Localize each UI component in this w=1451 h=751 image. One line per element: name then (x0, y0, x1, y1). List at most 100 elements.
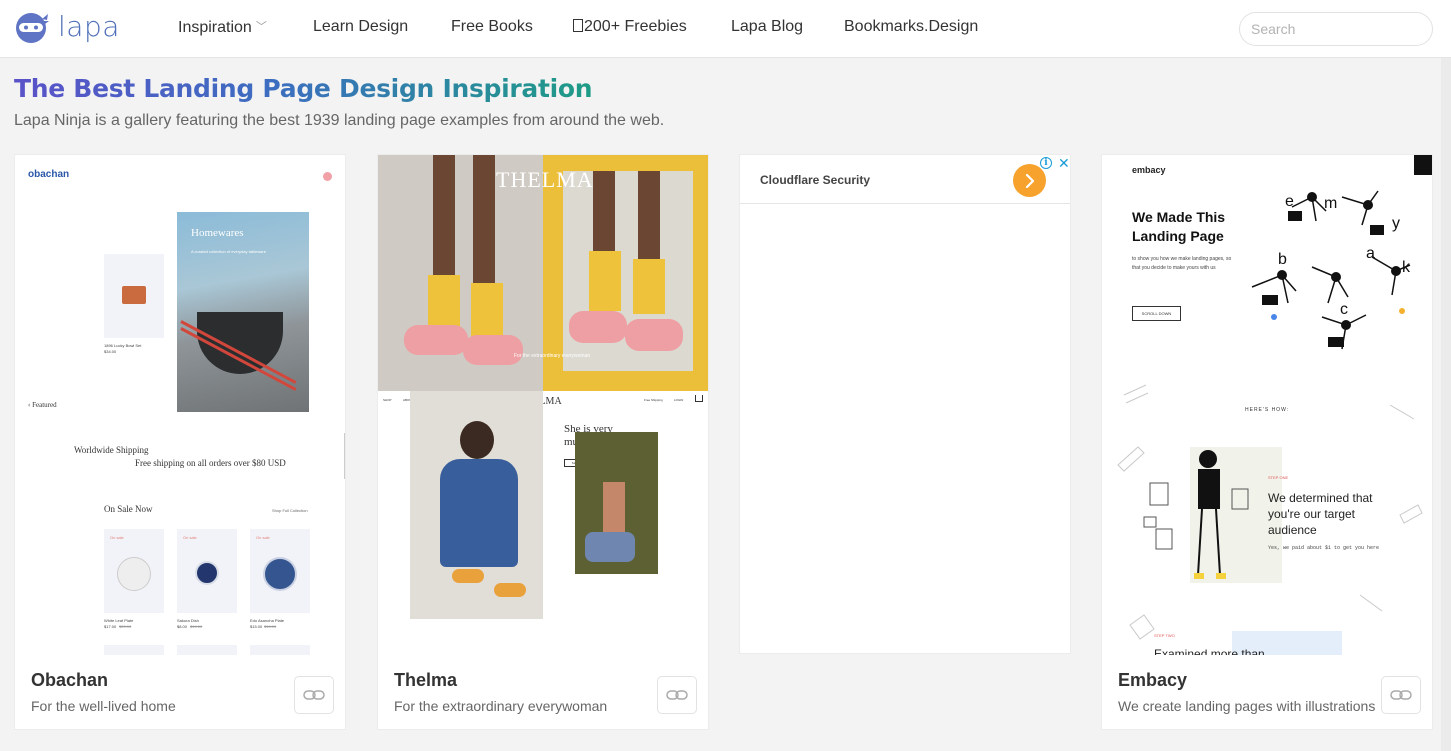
thumb-nav-shipping: Free Shipping (644, 398, 663, 402)
nav-free-books[interactable]: Free Books (451, 18, 533, 36)
card-title[interactable]: Thelma (394, 670, 457, 691)
thumb-logo: embacy (1132, 165, 1166, 175)
shipping-title: Worldwide Shipping (74, 445, 149, 455)
plate-image (263, 557, 297, 591)
ad-open-button[interactable] (1013, 164, 1046, 197)
leg-shape (473, 155, 495, 285)
thumb-hero-title: We Made This (1132, 209, 1226, 225)
nav-freebies[interactable]: 200+ Freebies (573, 18, 687, 36)
hero-title: Homewares (191, 227, 244, 239)
thumb-letter: k (1402, 259, 1410, 276)
hero-text: A curated collection of everyday tablewa… (191, 249, 266, 254)
hero-image (177, 212, 309, 412)
brand-logo[interactable]: lapa (14, 7, 120, 47)
page-subtitle: Lapa Ninja is a gallery featuring the be… (14, 112, 665, 129)
jeans-shape (585, 532, 635, 562)
product-card (104, 254, 164, 338)
product-price: $34.00 (104, 349, 117, 354)
thumb-hero-title: Landing Page (1132, 228, 1224, 244)
nav-learn-design[interactable]: Learn Design (313, 18, 408, 36)
ad-header[interactable]: Cloudflare Security i ✕ (740, 155, 1070, 204)
featured-link: ‹ Featured (28, 401, 57, 409)
shoe-shape (569, 311, 627, 343)
divider (344, 433, 345, 479)
card-description: For the extraordinary everywoman (394, 698, 608, 714)
chevron-down-icon: ﹀ (255, 21, 267, 33)
shipping-text: Free shipping on all orders over $80 USD (135, 458, 286, 468)
thumb-hero-text: to show you how we make landing pages, s… (1132, 256, 1232, 271)
hero-photo-right (563, 171, 693, 371)
card-thumbnail[interactable]: THELMA For the extraordinary everywoman … (378, 155, 708, 655)
sale-title: On Sale Now (104, 504, 153, 514)
leg-shape (433, 155, 455, 275)
illustration-decor (1117, 384, 1423, 640)
card-thumbnail[interactable]: embacy We Made This Landing Page to show… (1102, 155, 1432, 655)
gallery-card-obachan[interactable]: obachan 1896 Lucky Bowl Set $34.00 Homew… (14, 154, 346, 730)
shoe-shape (625, 319, 683, 351)
head-shape (460, 421, 494, 459)
shoe-shape (494, 583, 526, 597)
sock-shape (471, 283, 503, 338)
thumb-letter: b (1278, 251, 1287, 268)
sale-item-old-price: $20.00 (119, 624, 132, 629)
link-icon (1390, 690, 1412, 700)
ad-card[interactable]: Cloudflare Security i ✕ (739, 154, 1071, 654)
page-title: The Best Landing Page Design Inspiration (14, 74, 593, 103)
menu-icon (1414, 155, 1432, 175)
visit-link-button[interactable] (294, 676, 334, 714)
leg-shape (638, 171, 660, 261)
thumb-letter: y (1392, 215, 1400, 232)
leg-shape (593, 171, 615, 251)
card-title[interactable]: Obachan (31, 670, 108, 691)
search-input[interactable] (1239, 12, 1433, 46)
card-description: We create landing pages with illustratio… (1118, 698, 1376, 714)
ninja-logo-icon (16, 13, 49, 43)
sale-item-name: White Leaf Plate (104, 618, 134, 623)
top-navbar: lapa Inspiration ﹀ Learn Design Free Book… (0, 0, 1451, 58)
ad-title[interactable]: Cloudflare Security (760, 173, 870, 187)
thumb-nav-shop: SHOP (383, 398, 392, 402)
sale-item (250, 645, 310, 655)
nav-inspiration-label: Inspiration (178, 19, 252, 36)
denim-shape (440, 459, 518, 567)
sale-item-name: Edo Asanoha Plate (250, 618, 285, 623)
gallery-card-thelma[interactable]: THELMA For the extraordinary everywoman … (377, 154, 709, 730)
nav-freebies-label: 200+ Freebies (584, 18, 687, 35)
thumb-scroll-button: SCROLL DOWN (1132, 306, 1181, 321)
gallery-card-embacy[interactable]: embacy We Made This Landing Page to show… (1101, 154, 1433, 730)
thumb-letter: e (1285, 193, 1294, 210)
sale-item-old-price: $10.00 (190, 624, 203, 629)
sock-shape (633, 259, 665, 314)
card-thumbnail[interactable]: obachan 1896 Lucky Bowl Set $34.00 Homew… (15, 155, 345, 655)
link-icon (303, 690, 325, 700)
card-title[interactable]: Embacy (1118, 670, 1187, 691)
nav-lapa-blog[interactable]: Lapa Blog (731, 18, 803, 36)
page-scrollbar[interactable] (1441, 58, 1451, 751)
sale-badge: On sale (110, 535, 124, 540)
visit-link-button[interactable] (1381, 676, 1421, 714)
product-photo (575, 432, 658, 574)
hero-caption: For the extraordinary everywoman (514, 353, 591, 359)
thumb-letter: a (1366, 245, 1375, 262)
sale-item-price: $17.00 (104, 624, 117, 629)
ad-info-icon[interactable]: i (1040, 157, 1052, 169)
product-name: 1896 Lucky Bowl Set (104, 343, 142, 348)
ad-close-icon[interactable]: ✕ (1058, 155, 1070, 171)
plate-image (195, 561, 219, 585)
arm-shape (603, 482, 625, 532)
basket-icon (695, 395, 703, 402)
shop-all-link: Shop Full Collection (272, 508, 308, 513)
gift-icon (573, 19, 583, 32)
product-image (122, 286, 146, 304)
nav-bookmarks-design[interactable]: Bookmarks.Design (844, 18, 978, 36)
sale-item: On sale (250, 529, 310, 613)
visit-link-button[interactable] (657, 676, 697, 714)
thumb-letter: m (1324, 195, 1338, 212)
thumb-letter: c (1340, 301, 1348, 318)
sale-item-old-price: $18.00 (264, 624, 277, 629)
sale-item (104, 645, 164, 655)
thumb-logo: obachan (28, 169, 70, 180)
plate-image (117, 557, 151, 591)
nav-inspiration[interactable]: Inspiration ﹀ (178, 18, 267, 37)
cart-icon (323, 172, 332, 181)
